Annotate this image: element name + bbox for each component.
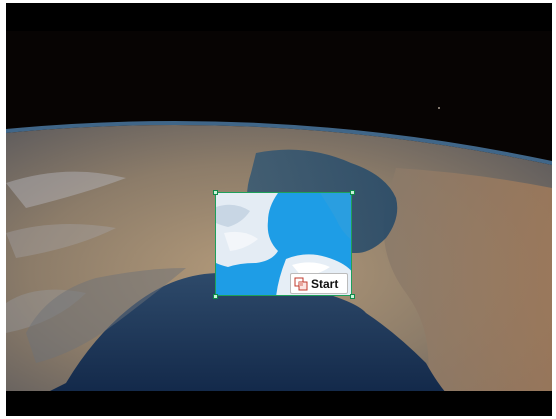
resize-handle-bottom-right[interactable] — [350, 294, 355, 299]
resize-handle-top-right[interactable] — [350, 190, 355, 195]
region-capture-icon — [294, 277, 308, 290]
resize-handle-bottom-left[interactable] — [213, 294, 218, 299]
start-button-label: Start — [311, 276, 339, 291]
resize-handle-top-left[interactable] — [213, 190, 218, 195]
start-capture-button[interactable]: Start — [290, 273, 348, 294]
screenshot-frame: Start — [0, 0, 556, 419]
